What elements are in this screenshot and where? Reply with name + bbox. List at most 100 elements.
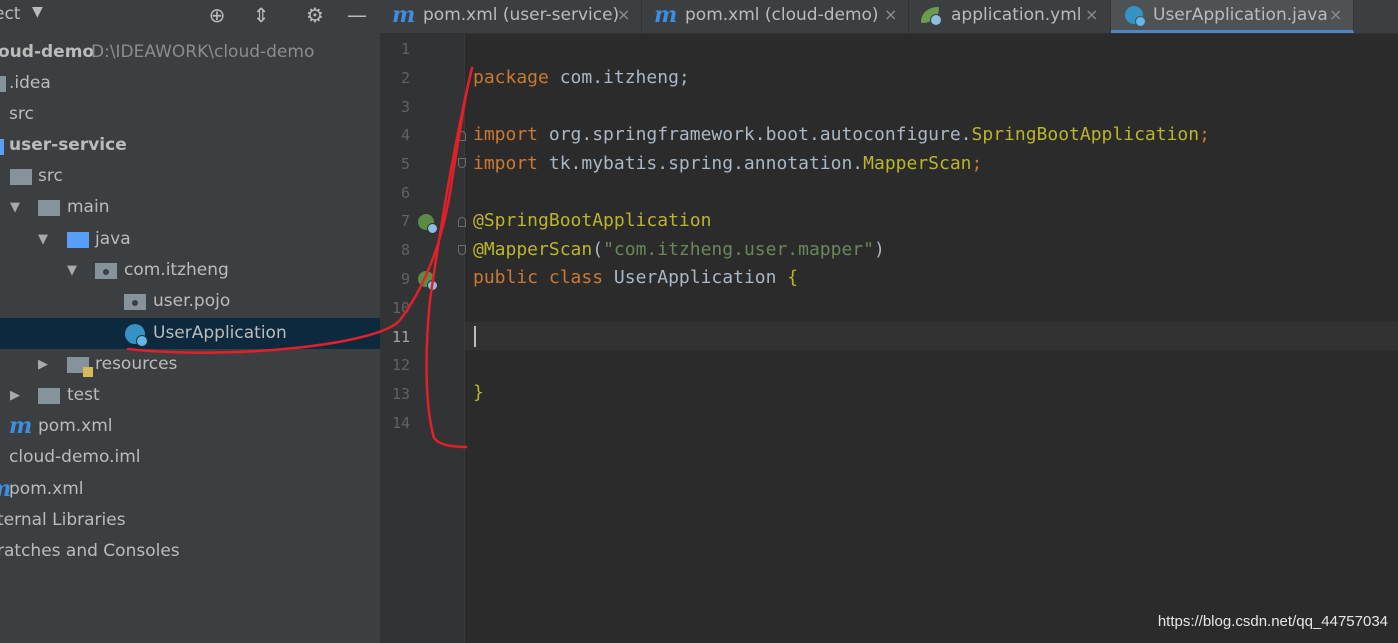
keyword: class xyxy=(548,267,604,288)
punctuation: ; xyxy=(971,153,983,174)
tree-item-project-root[interactable]: oud-demo D:\IDEAWORK\cloud-demo xyxy=(0,37,380,68)
line-number: 5 xyxy=(400,155,410,173)
collapse-all-icon[interactable]: ⇕ xyxy=(249,3,273,27)
close-icon[interactable]: × xyxy=(617,0,630,30)
package-icon xyxy=(124,294,146,310)
tree-item-label: src xyxy=(38,166,63,186)
code-line-5: import tk.mybatis.spring.annotation.Mapp… xyxy=(473,150,982,178)
source-folder-icon xyxy=(67,232,89,248)
tree-item-label: UserApplication xyxy=(153,323,287,343)
code-line-13: } xyxy=(473,379,484,407)
tree-item-src[interactable]: src xyxy=(0,99,380,130)
line-number: 2 xyxy=(400,69,410,87)
java-class-icon xyxy=(1125,6,1146,27)
line-number: 4 xyxy=(400,126,410,144)
keyword: import xyxy=(473,153,539,174)
tree-item-label: pom.xml xyxy=(9,479,84,499)
chevron-down-icon[interactable]: ▼ xyxy=(10,192,20,223)
run-application-gutter-icon[interactable] xyxy=(418,271,438,291)
brace: } xyxy=(473,382,484,403)
tree-item-test[interactable]: ▶ test xyxy=(0,380,380,411)
line-number: 10 xyxy=(391,299,410,317)
folder-icon xyxy=(38,200,60,216)
chevron-right-icon[interactable]: ▶ xyxy=(38,349,48,380)
tree-item-label: user.pojo xyxy=(153,291,231,311)
project-panel: ect ▼ ⊕ ⇕ ⚙ — oud-demo D:\IDEAWORK\cloud… xyxy=(0,0,380,643)
tree-item-user-application[interactable]: UserApplication xyxy=(0,318,380,349)
tab-application-yml[interactable]: application.yml × xyxy=(909,0,1111,33)
chevron-right-icon[interactable]: ▶ xyxy=(10,380,20,411)
line-number: 1 xyxy=(400,40,410,58)
tree-item-label: .idea xyxy=(9,73,51,93)
tree-item-label: oud-demo xyxy=(0,42,95,62)
folder-icon xyxy=(0,76,6,92)
class-name: UserApplication xyxy=(603,267,788,288)
gear-icon[interactable]: ⚙ xyxy=(303,3,327,27)
editor-tab-bar: m pom.xml (user-service) × m pom.xml (cl… xyxy=(380,0,1398,34)
code-line-2: package com.itzheng; xyxy=(473,64,690,92)
tree-item-com-itzheng[interactable]: ▼ com.itzheng xyxy=(0,255,380,286)
tree-item-user-service[interactable]: user-service xyxy=(0,130,380,161)
tree-item-label: resources xyxy=(95,354,178,374)
tree-item-scratches[interactable]: ratches and Consoles xyxy=(0,536,380,567)
punctuation: ; xyxy=(1199,124,1210,145)
line-number: 6 xyxy=(400,184,410,202)
line-number: 9 xyxy=(400,270,410,288)
line-number: 12 xyxy=(391,356,410,374)
line-number: 14 xyxy=(391,414,410,432)
tab-label: pom.xml (user-service) xyxy=(423,5,620,25)
tree-item-main[interactable]: ▼ main xyxy=(0,192,380,223)
tab-label: pom.xml (cloud-demo) xyxy=(685,5,879,25)
tree-item-resources[interactable]: ▶ resources xyxy=(0,349,380,380)
tree-item-user-pojo[interactable]: user.pojo xyxy=(0,286,380,317)
tree-item-label: ratches and Consoles xyxy=(0,541,180,561)
code-line-7: @SpringBootApplication xyxy=(473,207,711,235)
chevron-down-icon[interactable]: ▼ xyxy=(38,224,48,255)
close-icon[interactable]: × xyxy=(884,0,897,30)
code-text: org.springframework.boot.autoconfigure. xyxy=(538,124,972,145)
line-number: 13 xyxy=(391,385,410,403)
tab-pom-user-service[interactable]: m pom.xml (user-service) × xyxy=(380,0,642,33)
text-caret xyxy=(474,326,476,347)
spring-boot-class-icon xyxy=(125,324,148,347)
tab-user-application-java[interactable]: UserApplication.java × xyxy=(1111,0,1354,33)
tree-item-label: com.itzheng xyxy=(124,260,229,280)
code-line-8: @MapperScan("com.itzheng.user.mapper") xyxy=(473,236,885,264)
tree-item-idea[interactable]: .idea xyxy=(0,68,380,99)
close-icon[interactable]: × xyxy=(1329,0,1342,30)
tree-item-external-libraries[interactable]: ternal Libraries xyxy=(0,505,380,536)
spring-bean-gutter-icon[interactable] xyxy=(418,214,438,234)
code-text: tk.mybatis.spring.annotation. xyxy=(538,153,864,174)
code-editor[interactable]: package com.itzheng; import org.springfr… xyxy=(465,34,1398,643)
spring-leaf-icon xyxy=(921,7,942,26)
folder-icon xyxy=(10,169,32,185)
locate-icon[interactable]: ⊕ xyxy=(205,3,229,27)
tree-item-root-pom[interactable]: m pom.xml xyxy=(0,474,380,505)
editor-gutter: 1 2 3 4 5 6 7 8 9 10 11 12 13 14 xyxy=(380,34,466,643)
close-icon[interactable]: × xyxy=(1085,0,1098,30)
keyword: public xyxy=(473,267,539,288)
tab-pom-cloud-demo[interactable]: m pom.xml (cloud-demo) × xyxy=(642,0,909,33)
project-view-title[interactable]: ect xyxy=(0,4,20,24)
chevron-down-icon[interactable]: ▼ xyxy=(67,255,77,286)
tree-item-java[interactable]: ▼ java xyxy=(0,224,380,255)
module-folder-icon xyxy=(0,139,4,155)
line-number: 3 xyxy=(400,98,410,116)
code-line-4: import org.springframework.boot.autoconf… xyxy=(473,121,1210,149)
tree-item-label: java xyxy=(95,229,131,249)
tree-item-path: D:\IDEAWORK\cloud-demo xyxy=(91,42,315,62)
tree-item-cloud-demo-iml[interactable]: cloud-demo.iml xyxy=(0,442,380,473)
tree-item-label: src xyxy=(9,104,34,124)
tree-item-user-service-src[interactable]: src xyxy=(0,161,380,192)
line-number-current: 11 xyxy=(391,328,410,346)
string-literal: "com.itzheng.user.mapper" xyxy=(603,239,874,260)
chevron-down-icon[interactable]: ▼ xyxy=(32,4,43,20)
maven-icon: m xyxy=(392,2,416,28)
resources-folder-icon xyxy=(67,357,93,377)
minimize-icon[interactable]: — xyxy=(345,3,369,27)
tab-label: application.yml xyxy=(951,5,1082,25)
code-line-9: public class UserApplication { xyxy=(473,264,798,292)
annotation: @SpringBootApplication xyxy=(473,210,712,231)
tree-item-user-service-pom[interactable]: m pom.xml xyxy=(0,411,380,442)
line-number: 7 xyxy=(400,212,410,230)
